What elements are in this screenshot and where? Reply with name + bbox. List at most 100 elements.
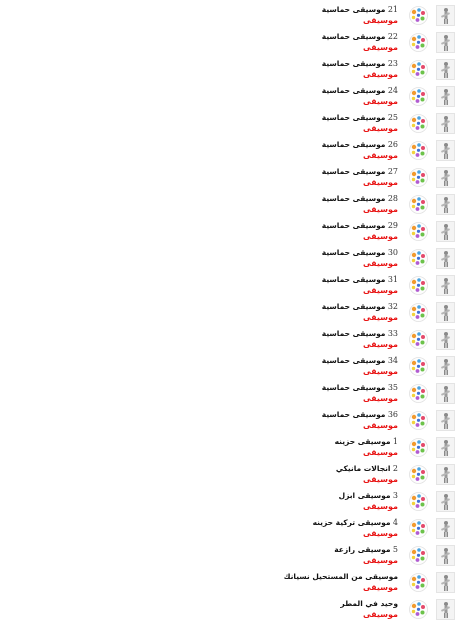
- list-item[interactable]: 28 موسيقى حماسية موسيقى: [0, 189, 460, 216]
- item-category[interactable]: موسيقى: [363, 609, 398, 621]
- colorful-circle-logo-icon[interactable]: [408, 59, 429, 80]
- item-title[interactable]: موسيقى حماسية: [322, 140, 386, 149]
- guitar-player-icon[interactable]: [436, 194, 455, 215]
- colorful-circle-logo-icon[interactable]: [408, 5, 429, 26]
- list-item[interactable]: 22 موسيقى حماسية موسيقى: [0, 27, 460, 54]
- item-title[interactable]: موسيقى حماسية: [322, 410, 386, 419]
- guitar-player-icon[interactable]: [436, 545, 455, 566]
- guitar-player-icon[interactable]: [436, 167, 455, 188]
- guitar-player-icon[interactable]: [436, 437, 455, 458]
- list-item[interactable]: 32 موسيقى حماسية موسيقى: [0, 297, 460, 324]
- colorful-circle-logo-icon[interactable]: [408, 410, 429, 431]
- guitar-player-icon[interactable]: [436, 5, 455, 26]
- guitar-player-icon[interactable]: [436, 329, 455, 350]
- guitar-player-icon[interactable]: [436, 383, 455, 404]
- item-title[interactable]: موسيقى حماسية: [322, 248, 386, 257]
- guitar-player-icon[interactable]: [436, 248, 455, 269]
- colorful-circle-logo-icon[interactable]: [408, 86, 429, 107]
- colorful-circle-logo-icon[interactable]: [408, 248, 429, 269]
- colorful-circle-logo-icon[interactable]: [408, 221, 429, 242]
- item-category[interactable]: موسيقى: [363, 555, 398, 567]
- guitar-player-icon[interactable]: [436, 599, 455, 620]
- item-category[interactable]: موسيقى: [363, 96, 398, 108]
- guitar-player-icon[interactable]: [436, 491, 455, 512]
- guitar-player-icon[interactable]: [436, 275, 455, 296]
- item-title[interactable]: موسيقى من المستحيل نسيانك: [284, 572, 398, 581]
- list-item[interactable]: وحيد في المطر موسيقى: [0, 594, 460, 621]
- item-title[interactable]: موسيقى ابزل: [339, 491, 391, 500]
- list-item[interactable]: 1 موسيقى حزينه موسيقى: [0, 432, 460, 459]
- list-item[interactable]: موسيقى من المستحيل نسيانك موسيقى: [0, 567, 460, 594]
- list-item[interactable]: 23 موسيقى حماسية موسيقى: [0, 54, 460, 81]
- item-category[interactable]: موسيقى: [363, 582, 398, 594]
- guitar-player-icon[interactable]: [436, 464, 455, 485]
- list-item[interactable]: 30 موسيقى حماسية موسيقى: [0, 243, 460, 270]
- list-item[interactable]: 33 موسيقى حماسية موسيقى: [0, 324, 460, 351]
- item-title[interactable]: موسيقى حماسية: [322, 221, 386, 230]
- list-item[interactable]: 4 موسيقى تركية حزينه موسيقى: [0, 513, 460, 540]
- guitar-player-icon[interactable]: [436, 572, 455, 593]
- list-item[interactable]: 21 موسيقى حماسية موسيقى: [0, 0, 460, 27]
- item-title[interactable]: موسيقى حماسية: [322, 275, 386, 284]
- list-item[interactable]: 34 موسيقى حماسية موسيقى: [0, 351, 460, 378]
- list-item[interactable]: 26 موسيقى حماسية موسيقى: [0, 135, 460, 162]
- list-item[interactable]: 3 موسيقى ابزل موسيقى: [0, 486, 460, 513]
- colorful-circle-logo-icon[interactable]: [408, 572, 429, 593]
- colorful-circle-logo-icon[interactable]: [408, 437, 429, 458]
- item-category[interactable]: موسيقى: [363, 150, 398, 162]
- item-category[interactable]: موسيقى: [363, 474, 398, 486]
- guitar-player-icon[interactable]: [436, 86, 455, 107]
- item-category[interactable]: موسيقى: [363, 420, 398, 432]
- item-category[interactable]: موسيقى: [363, 123, 398, 135]
- guitar-player-icon[interactable]: [436, 32, 455, 53]
- item-category[interactable]: موسيقى: [363, 366, 398, 378]
- item-title[interactable]: موسيقى حماسية: [322, 194, 386, 203]
- list-item[interactable]: 29 موسيقى حماسية موسيقى: [0, 216, 460, 243]
- item-category[interactable]: موسيقى: [363, 69, 398, 81]
- list-item[interactable]: 31 موسيقى حماسية موسيقى: [0, 270, 460, 297]
- list-item[interactable]: 25 موسيقى حماسية موسيقى: [0, 108, 460, 135]
- colorful-circle-logo-icon[interactable]: [408, 356, 429, 377]
- colorful-circle-logo-icon[interactable]: [408, 302, 429, 323]
- item-title[interactable]: موسيقى حماسية: [322, 383, 386, 392]
- colorful-circle-logo-icon[interactable]: [408, 140, 429, 161]
- item-title[interactable]: موسيقى حماسية: [322, 329, 386, 338]
- item-category[interactable]: موسيقى: [363, 501, 398, 513]
- colorful-circle-logo-icon[interactable]: [408, 275, 429, 296]
- item-category[interactable]: موسيقى: [363, 312, 398, 324]
- item-title[interactable]: وحيد في المطر: [340, 599, 398, 608]
- list-item[interactable]: 35 موسيقى حماسية موسيقى: [0, 378, 460, 405]
- colorful-circle-logo-icon[interactable]: [408, 194, 429, 215]
- item-title[interactable]: موسيقى حماسية: [322, 302, 386, 311]
- item-title[interactable]: موسيقى حماسية: [322, 32, 386, 41]
- item-title[interactable]: موسيقى حماسية: [322, 86, 386, 95]
- colorful-circle-logo-icon[interactable]: [408, 464, 429, 485]
- guitar-player-icon[interactable]: [436, 410, 455, 431]
- colorful-circle-logo-icon[interactable]: [408, 545, 429, 566]
- guitar-player-icon[interactable]: [436, 59, 455, 80]
- item-title[interactable]: انجالات مانيكي: [336, 464, 391, 473]
- item-category[interactable]: موسيقى: [363, 339, 398, 351]
- item-category[interactable]: موسيقى: [363, 393, 398, 405]
- item-title[interactable]: موسيقى حماسية: [322, 356, 386, 365]
- item-category[interactable]: موسيقى: [363, 15, 398, 27]
- item-category[interactable]: موسيقى: [363, 177, 398, 189]
- list-item[interactable]: 5 موسيقى رازعة موسيقى: [0, 540, 460, 567]
- list-item[interactable]: 27 موسيقى حماسية موسيقى: [0, 162, 460, 189]
- item-category[interactable]: موسيقى: [363, 447, 398, 459]
- guitar-player-icon[interactable]: [436, 221, 455, 242]
- colorful-circle-logo-icon[interactable]: [408, 32, 429, 53]
- item-category[interactable]: موسيقى: [363, 231, 398, 243]
- item-title[interactable]: موسيقى حماسية: [322, 5, 386, 14]
- list-item[interactable]: 36 موسيقى حماسية موسيقى: [0, 405, 460, 432]
- item-title[interactable]: موسيقى تركية حزينه: [313, 518, 391, 527]
- item-category[interactable]: موسيقى: [363, 204, 398, 216]
- colorful-circle-logo-icon[interactable]: [408, 113, 429, 134]
- item-category[interactable]: موسيقى: [363, 42, 398, 54]
- item-category[interactable]: موسيقى: [363, 258, 398, 270]
- list-item[interactable]: 2 انجالات مانيكي موسيقى: [0, 459, 460, 486]
- colorful-circle-logo-icon[interactable]: [408, 329, 429, 350]
- colorful-circle-logo-icon[interactable]: [408, 518, 429, 539]
- item-title[interactable]: موسيقى حزينه: [335, 437, 391, 446]
- guitar-player-icon[interactable]: [436, 518, 455, 539]
